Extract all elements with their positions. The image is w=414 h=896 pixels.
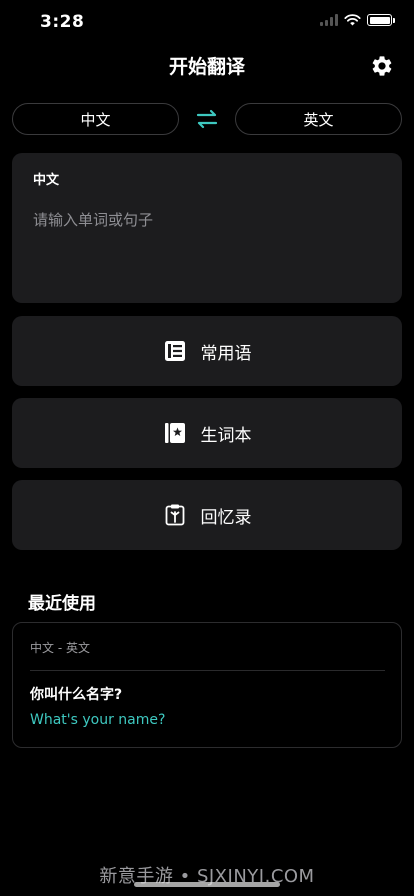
recent-language-pair: 中文 - 英文 <box>30 641 90 655</box>
memoir-label: 回忆录 <box>200 507 252 528</box>
recent-item[interactable]: 中文 - 英文 你叫什么名字? What's your name? <box>12 622 402 748</box>
phrasebook-icon <box>164 341 185 361</box>
wifi-icon <box>344 14 361 26</box>
cellular-signal-icon <box>320 14 338 26</box>
memoir-icon <box>165 504 184 526</box>
battery-icon <box>367 14 395 26</box>
divider <box>30 670 385 671</box>
source-language-button[interactable]: 中文 <box>12 103 179 135</box>
translation-input-card: 中文 <box>12 153 402 303</box>
status-time: 3:28 <box>40 12 85 32</box>
phrasebook-button[interactable]: 常用语 <box>12 316 402 386</box>
status-icons <box>320 14 395 26</box>
swap-languages-icon[interactable] <box>195 108 219 130</box>
vocabulary-book-button[interactable]: 生词本 <box>12 398 402 468</box>
translation-input[interactable] <box>33 209 383 289</box>
recent-translation-text: What's your name? <box>30 712 166 728</box>
target-language-button[interactable]: 英文 <box>235 103 402 135</box>
recent-source-text: 你叫什么名字? <box>30 687 123 703</box>
gear-icon[interactable] <box>370 54 394 78</box>
home-indicator <box>134 882 280 887</box>
page-title: 开始翻译 <box>168 56 245 78</box>
recent-section-title: 最近使用 <box>28 594 96 614</box>
vocabulary-book-label: 生词本 <box>200 425 252 446</box>
status-bar: 3:28 <box>0 0 414 44</box>
phrasebook-label: 常用语 <box>200 343 252 364</box>
input-language-label: 中文 <box>33 173 60 188</box>
vocabulary-book-icon <box>164 423 185 443</box>
memoir-button[interactable]: 回忆录 <box>12 480 402 550</box>
